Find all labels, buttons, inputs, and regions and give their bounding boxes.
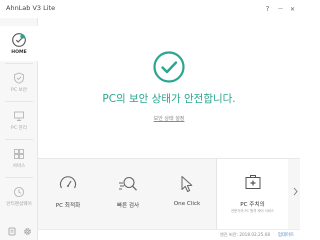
pc-doctor-sublabel: 전문가의 PC 원격 케어 서비스 [230,209,275,213]
tool-label: One Click [173,201,201,207]
sidebar: HOME PC 보안 PC 관리 서비스 안티랜섬웨어 [0,18,38,240]
app-title: AhnLab V3 Lite [6,4,56,12]
pc-optimize-button[interactable]: PC 최적화 [38,159,98,230]
security-status-settings-link[interactable]: 보안 상태 설정 [38,115,300,122]
sidebar-item-service[interactable]: 서비스 [0,141,38,176]
main-status-area: PC의 보안 상태가 안전합니다. 보안 상태 설정 [38,18,300,148]
footer-bar: 엔진 버전: 2018.02.25.08 업데이트 [38,229,300,240]
sidebar-item-label: 안티랜섬웨어 [6,202,32,207]
medical-kit-icon [245,175,261,189]
title-bar: AhnLab V3 Lite ? — ✕ [0,0,300,18]
help-button[interactable]: ? [262,2,273,16]
close-button[interactable]: ✕ [287,2,298,16]
settings-icon [23,227,31,235]
sidebar-divider [5,139,33,140]
pc-doctor-label: PC 주치의 [240,202,265,208]
sidebar-item-label: PC 보안 [11,88,27,93]
quick-scan-icon [119,176,137,191]
sidebar-item-pc-manage[interactable]: PC 관리 [0,103,38,138]
gauge-icon [59,176,77,189]
chevron-right-icon [293,187,298,195]
minimize-button[interactable]: — [275,2,286,16]
help-icon: ? [265,5,270,13]
sidebar-divider [5,63,33,64]
settings-button[interactable] [21,225,33,237]
sidebar-item-anti-ransomware[interactable]: 안티랜섬웨어 [0,179,38,214]
shield-check-icon [12,32,26,47]
shield-icon [14,72,24,84]
update-link[interactable]: 업데이트 [278,232,294,238]
sidebar-item-home[interactable]: HOME [0,26,38,61]
sidebar-item-label: HOME [11,49,27,55]
safe-check-icon [153,51,185,83]
cursor-icon [181,176,193,192]
next-arrow-button[interactable] [291,185,299,197]
status-message: PC의 보안 상태가 안전합니다. [102,93,236,105]
minimize-icon: — [278,6,283,12]
pc-manage-icon [14,111,24,121]
sidebar-item-pc-security[interactable]: PC 보안 [0,65,38,100]
sidebar-item-label: PC 관리 [11,126,27,131]
tool-label: PC 최적화 [55,203,81,209]
pc-doctor-button[interactable]: PC 주치의 전문가의 PC 원격 케어 서비스 [216,159,288,230]
tool-label: 빠른 검사 [116,203,140,209]
quick-scan-button[interactable]: 빠른 검사 [98,159,158,230]
tools-panel: PC 최적화 빠른 검사 One Click PC 주치의 전문가의 PC 원격… [38,158,300,230]
notification-button[interactable] [6,225,18,237]
sidebar-divider [5,101,33,102]
service-icon [14,149,24,159]
notification-icon [8,227,16,235]
sidebar-divider [5,177,33,178]
ransomware-icon [13,186,25,198]
one-click-button[interactable]: One Click [158,159,216,230]
app-window: AhnLab V3 Lite ? — ✕ HOME PC 보안 PC 관리 서비… [0,0,300,240]
engine-version: 엔진 버전: 2018.02.25.08 [219,232,270,237]
sidebar-item-label: 서비스 [12,164,26,169]
close-icon: ✕ [289,5,296,13]
